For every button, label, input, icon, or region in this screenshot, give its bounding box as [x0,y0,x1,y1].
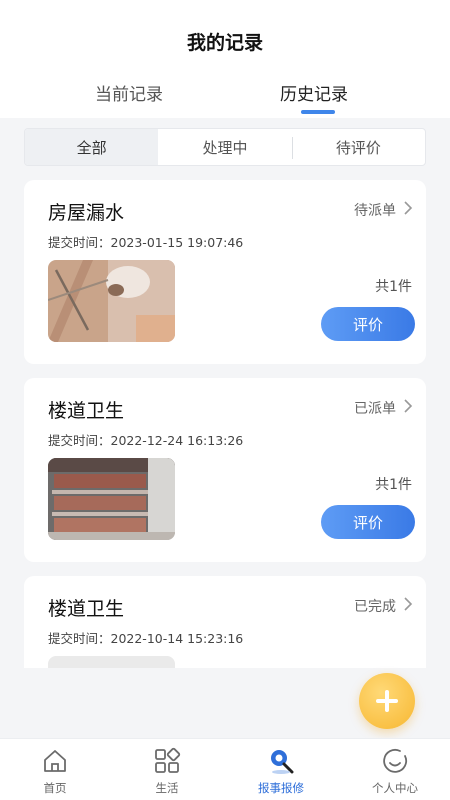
tab-current-records[interactable]: 当前记录 [95,80,163,105]
record-name: 楼道卫生 [48,400,125,422]
profile-icon [383,748,408,773]
header: 我的记录 当前记录 历史记录 [0,0,450,118]
record-card[interactable]: 楼道卫生 已派单 提交时间：2022-12-24 16:13:26 共1件 评价 [24,378,426,562]
status-filter: 全部 处理中 待评价 [24,128,426,166]
record-name: 楼道卫生 [48,598,125,620]
tabbar-item-repair[interactable]: 报事报修 [236,739,326,800]
record-photo[interactable] [48,260,175,342]
filter-processing[interactable]: 处理中 [158,129,291,165]
record-submit-time: 提交时间：2022-10-14 15:23:16 [48,631,244,646]
repair-icon [271,750,294,774]
bottom-tab-bar: 首页 生活 报事报修 个人中心 [0,738,450,800]
chevron-right-icon [404,399,413,413]
rate-button[interactable]: 评价 [321,307,415,341]
tabbar-label: 个人中心 [372,781,418,795]
tabbar-item-life[interactable]: 生活 [122,739,212,800]
tab-history-records[interactable]: 历史记录 [280,80,348,105]
tabbar-item-home[interactable]: 首页 [10,739,100,800]
item-count: 共1件 [375,477,412,493]
page-title: 我的记录 [186,32,263,54]
chevron-right-icon [404,597,413,611]
grid-icon [155,747,181,773]
chevron-right-icon [404,201,413,215]
record-submit-time: 提交时间：2022-12-24 16:13:26 [48,433,244,448]
tabbar-label: 报事报修 [258,781,304,795]
record-name: 房屋漏水 [48,202,125,224]
tabbar-item-profile[interactable]: 个人中心 [350,739,440,800]
record-list: 房屋漏水 待派单 提交时间：2023-01-15 19:07:46 共1件 评价… [24,180,426,668]
record-status: 待派单 [354,203,396,219]
record-photo[interactable] [48,656,175,668]
record-card[interactable]: 楼道卫生 已完成 提交时间：2022-10-14 15:23:16 [24,576,426,668]
record-submit-time: 提交时间：2023-01-15 19:07:46 [48,235,244,250]
record-photo[interactable] [48,458,175,540]
tabbar-label: 首页 [43,781,67,795]
add-report-button[interactable] [359,673,415,729]
record-status: 已派单 [354,401,396,417]
record-status: 已完成 [354,599,396,615]
rate-button[interactable]: 评价 [321,505,415,539]
plus-icon [376,690,398,712]
filter-to-rate[interactable]: 待评价 [291,129,425,165]
item-count: 共1件 [375,279,412,295]
active-tab-indicator [301,110,335,114]
filter-all[interactable]: 全部 [25,129,159,165]
home-icon [44,750,66,772]
tabbar-label: 生活 [155,781,179,795]
record-card[interactable]: 房屋漏水 待派单 提交时间：2023-01-15 19:07:46 共1件 评价 [24,180,426,364]
